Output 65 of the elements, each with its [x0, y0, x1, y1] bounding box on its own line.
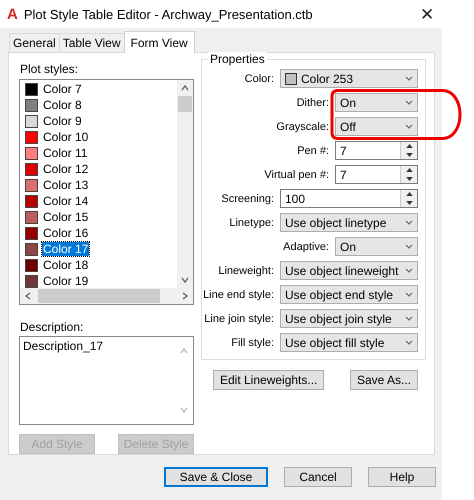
spin-down-icon[interactable] [406, 152, 412, 157]
vertical-scrollbar[interactable] [177, 80, 193, 288]
spin-down-icon[interactable] [406, 176, 412, 181]
field-label: Grayscale: [276, 120, 329, 132]
list-item[interactable]: Color 8 [42, 98, 83, 112]
field-label: Pen #: [297, 144, 329, 156]
dialog-button[interactable]: Edit Lineweights... [213, 370, 324, 390]
field-label: Fill style: [231, 336, 274, 348]
list-item[interactable]: Color 15 [42, 210, 90, 224]
spin-down-icon[interactable] [406, 200, 412, 205]
dropdown[interactable]: Use object fill style [280, 333, 418, 352]
dropdown[interactable]: Off [335, 117, 418, 136]
list-item[interactable]: Color 14 [42, 194, 90, 208]
app-icon: A [7, 6, 18, 22]
list-item[interactable]: Color 19 [42, 274, 90, 288]
scroll-thumb[interactable] [178, 96, 192, 112]
list-item[interactable]: Color 7 [42, 82, 83, 96]
group-title: Properties [208, 52, 267, 66]
window-title: Plot Style Table Editor - Archway_Presentation.ctb [24, 6, 314, 22]
field-label: Virtual pen #: [264, 168, 329, 180]
field-label: Lineweight: [218, 264, 274, 276]
list-item[interactable]: Color 10 [42, 130, 90, 144]
horizontal-scrollbar[interactable] [20, 288, 193, 304]
list-item[interactable]: Color 9 [42, 114, 83, 128]
scroll-right-icon[interactable] [181, 292, 189, 300]
dialog-button[interactable]: Save & Close [164, 467, 268, 487]
spin-field[interactable]: 7 [335, 165, 418, 184]
dropdown[interactable]: On [335, 93, 418, 112]
spin-up-icon[interactable] [406, 144, 412, 148]
field-label: Screening: [221, 192, 274, 204]
field-label: Color: [244, 72, 274, 84]
dropdown[interactable]: Use object lineweight [280, 261, 418, 280]
scroll-down-icon[interactable] [181, 276, 189, 284]
spin-field[interactable]: 7 [335, 141, 418, 160]
list-item[interactable]: Color 18 [42, 258, 90, 272]
dropdown[interactable]: Use object join style [280, 309, 418, 328]
list-item[interactable]: Color 11 [42, 146, 88, 160]
dialog-button[interactable]: Help [368, 467, 436, 487]
plot-styles-list[interactable]: Color 7 Color 8 Color 9 Color 10 Color 11 Color 12 Color 13 Color 14 Color 15 Color 16 Color 17 Color 18 Color 19 [19, 79, 194, 305]
scroll-up-icon[interactable] [181, 84, 189, 92]
spin-field[interactable]: 100 [280, 189, 418, 208]
list-item[interactable]: Color 13 [42, 178, 90, 192]
close-button[interactable]: ✕ [420, 4, 434, 24]
dialog-button[interactable]: Save As... [350, 370, 418, 390]
list-item[interactable]: Color 12 [42, 162, 90, 176]
dialog-button[interactable]: Cancel [284, 467, 352, 487]
scroll-thumb[interactable] [38, 289, 160, 303]
spin-up-icon[interactable] [406, 168, 412, 172]
field-label: Dither: [296, 96, 329, 108]
list-item[interactable]: Color 17 [42, 242, 90, 256]
tab[interactable]: General [9, 33, 60, 52]
tab[interactable]: Form View [124, 31, 195, 53]
spin-up-icon[interactable] [406, 192, 412, 196]
field-label: Description: [20, 320, 84, 334]
field-label: Line end style: [203, 288, 274, 300]
dropdown[interactable]: Use object linetype [280, 213, 418, 232]
list-item[interactable]: Color 16 [42, 226, 90, 240]
field-label: Plot styles: [20, 62, 78, 76]
dropdown[interactable]: On [335, 237, 418, 256]
color-dropdown[interactable]: Color 253 [280, 69, 418, 88]
field-label: Line join style: [204, 312, 274, 324]
field-label: Adaptive: [283, 240, 329, 252]
dropdown[interactable]: Use object end style [280, 285, 418, 304]
field-label: Linetype: [229, 216, 274, 228]
scroll-left-icon[interactable] [24, 292, 32, 300]
